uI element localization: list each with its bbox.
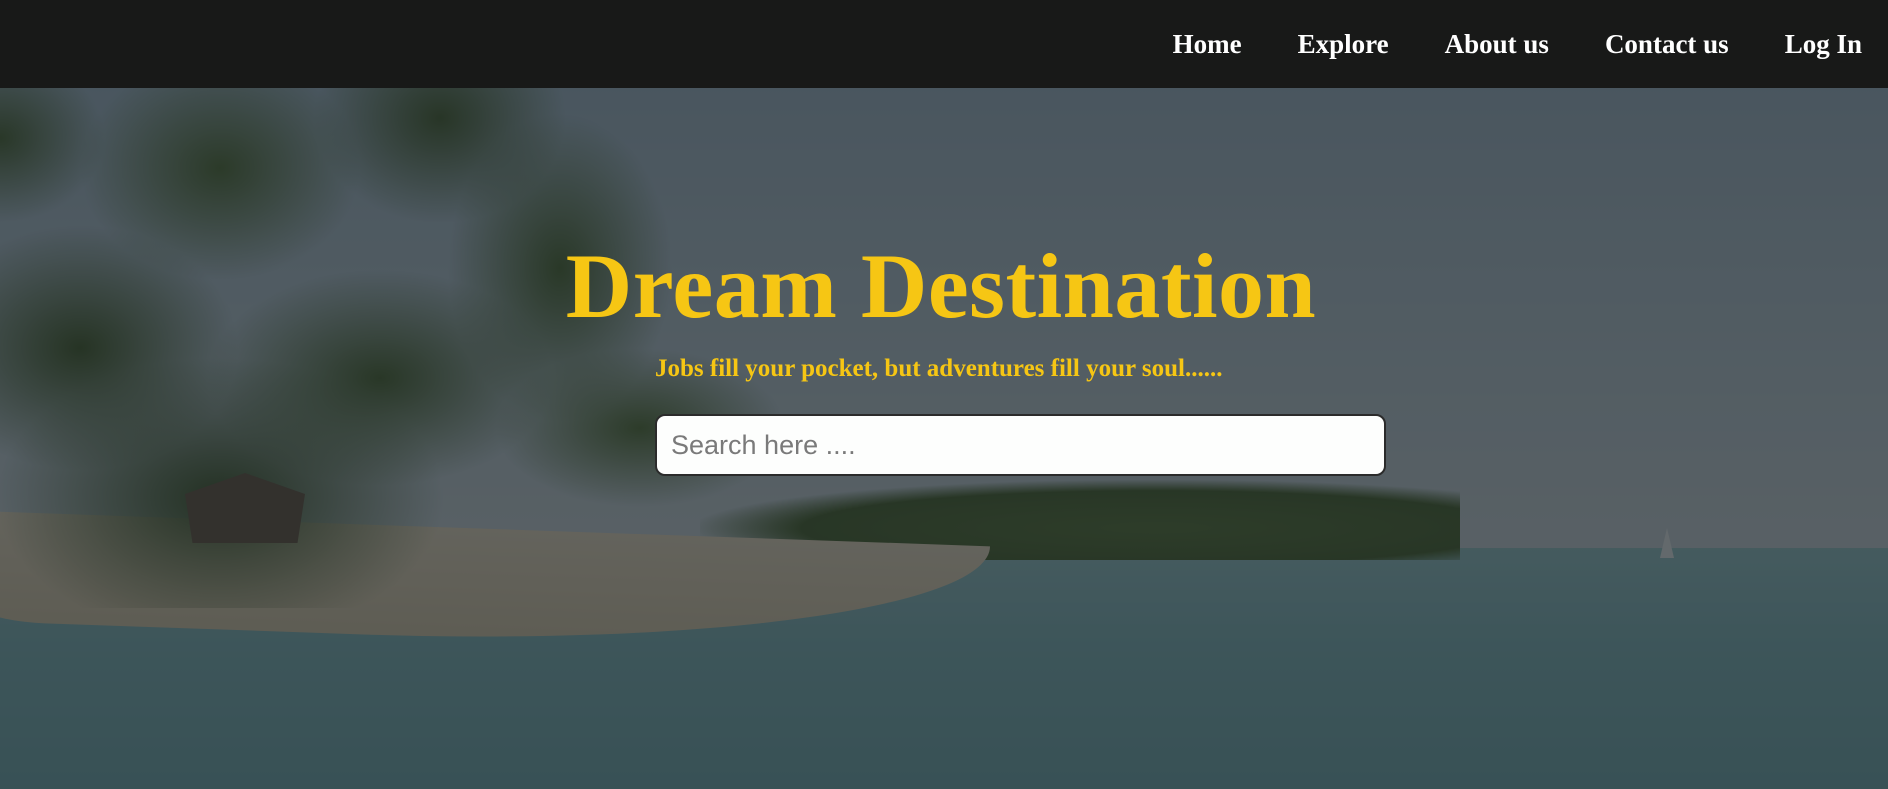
hero-title: Dream Destination — [565, 235, 1317, 337]
landing-page: Home Explore About us Contact us Log In … — [0, 0, 1888, 789]
nav-link-about-us[interactable]: About us — [1445, 29, 1549, 59]
hero-tagline: Jobs fill your pocket, but adventures fi… — [655, 355, 1223, 382]
nav-link-contact-us[interactable]: Contact us — [1605, 29, 1729, 59]
nav-link-log-in[interactable]: Log In — [1785, 29, 1862, 59]
hero-section: Dream Destination Jobs fill your pocket,… — [0, 88, 1888, 789]
search-input[interactable] — [655, 414, 1386, 476]
hero-content: Dream Destination Jobs fill your pocket,… — [0, 88, 1888, 789]
nav-menu: Home Explore About us Contact us Log In — [1173, 0, 1862, 88]
nav-link-explore[interactable]: Explore — [1298, 29, 1389, 59]
top-navbar: Home Explore About us Contact us Log In — [0, 0, 1888, 88]
nav-link-home[interactable]: Home — [1173, 29, 1242, 59]
